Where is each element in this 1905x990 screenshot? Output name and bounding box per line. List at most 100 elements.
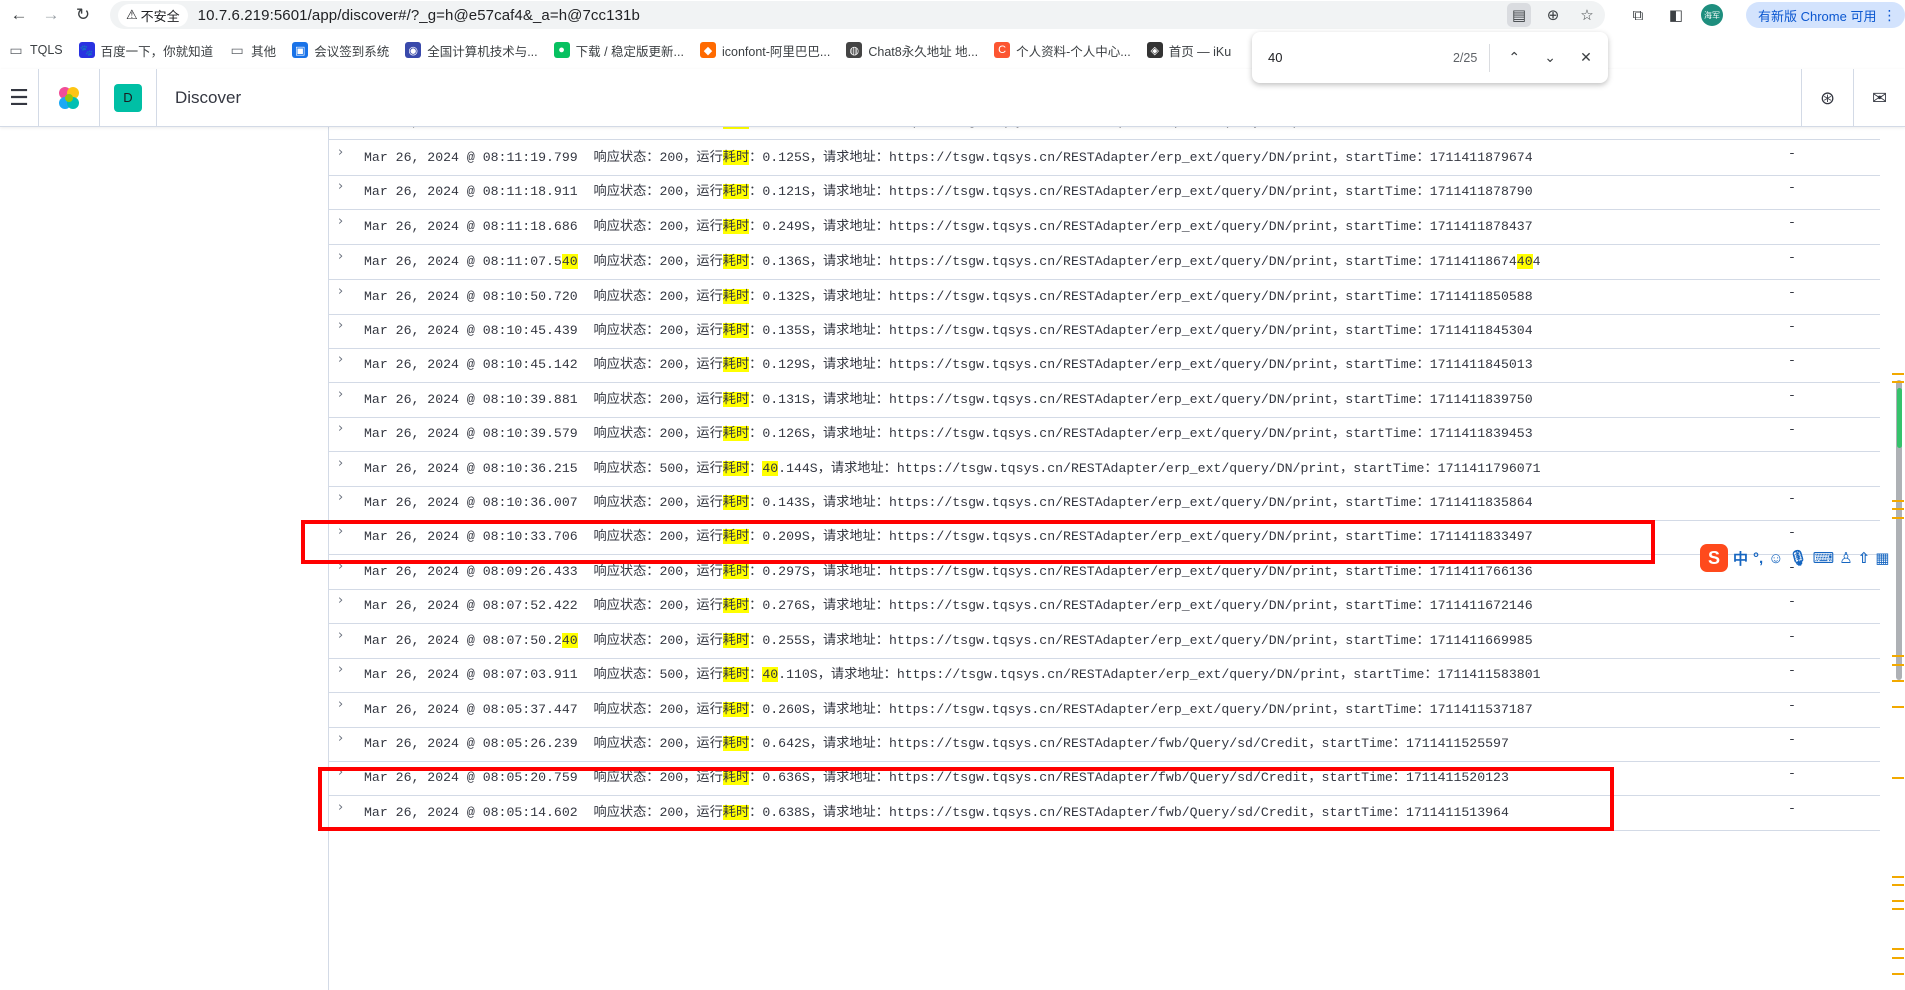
url-label: ，请求地址：	[809, 392, 889, 407]
find-match-tick	[1892, 500, 1904, 502]
back-button[interactable]: ←	[6, 2, 32, 28]
find-divider	[1489, 43, 1491, 72]
expand-row-chevron-icon[interactable]: ›	[338, 249, 343, 264]
bookmarks-bar: ▭ TQLS 🐾 百度一下，你就知道 ▭ 其他 ▣ 会议签到系统 ◉ 全国计算机技术与... ● 下载…	[0, 32, 1905, 68]
keyboard-icon[interactable]: ⌨	[1813, 549, 1835, 567]
search-highlight: 耗时	[722, 667, 750, 682]
reload-button[interactable]: ↻	[70, 2, 96, 28]
help-icon[interactable]: ⊛	[1801, 69, 1853, 127]
log-message: Mar 26, 2024 @ 08:07:50.240 响应状态：200，运行耗…	[364, 629, 1533, 648]
expand-row-chevron-icon[interactable]: ›	[338, 145, 343, 160]
start-time-value: 1711411669985	[1429, 633, 1533, 648]
search-highlight: 耗时	[722, 184, 750, 199]
expand-row-chevron-icon[interactable]: ›	[338, 318, 343, 333]
skin-icon[interactable]: ♙	[1839, 549, 1852, 567]
request-url: https://tsgw.tqsys.cn/RESTAdapter/erp_ex…	[888, 564, 1333, 579]
ime-chinese-mode[interactable]: 中	[1733, 548, 1748, 569]
find-input[interactable]: 40	[1268, 50, 1417, 65]
csdn-icon: C	[994, 42, 1011, 58]
bookmark-item[interactable]: ◈ 首页 — iKu	[1139, 41, 1240, 60]
side-panel-icon[interactable]: ◧	[1663, 2, 1689, 28]
status-label: 响应状态：	[593, 426, 660, 441]
expand-row-chevron-icon[interactable]: ›	[338, 628, 343, 643]
start-time-label: ，startTime：	[1332, 598, 1430, 613]
forward-button[interactable]: →	[38, 2, 64, 28]
bookmark-item[interactable]: ◉ 全国计算机技术与...	[397, 41, 545, 60]
bookmark-item[interactable]: ▣ 会议签到系统	[284, 41, 397, 60]
url-label: ，请求地址：	[809, 633, 889, 648]
start-time-label: ，startTime：	[1332, 219, 1430, 234]
start-time-label: ，startTime：	[1332, 357, 1430, 372]
bookmark-item[interactable]: C 个人资料-个人中心...	[986, 41, 1139, 60]
start-time-label: ，startTime：	[1332, 702, 1430, 717]
start-time-value: 1711411835864	[1429, 495, 1533, 510]
request-url: https://tsgw.tqsys.cn/RESTAdapter/erp_ex…	[888, 598, 1333, 613]
expand-row-chevron-icon[interactable]: ›	[338, 214, 343, 229]
find-next-button[interactable]: ⌄	[1536, 44, 1564, 72]
find-close-button[interactable]: ✕	[1572, 44, 1600, 72]
run-label: ，运行	[683, 289, 723, 304]
bookmark-item[interactable]: ● 下载 / 稳定版更新...	[546, 41, 692, 60]
sogou-icon[interactable]: S	[1700, 544, 1728, 572]
status-code: 200	[659, 150, 684, 165]
expand-row-chevron-icon[interactable]: ›	[338, 284, 343, 299]
url-label: ，请求地址：	[809, 289, 889, 304]
voice-icon[interactable]: 🎙	[1789, 549, 1808, 567]
address-bar[interactable]: ⚠ 不安全 10.7.6.219:5601/app/discover#/?_g=…	[110, 1, 1605, 29]
url-label: ，请求地址：	[809, 254, 889, 269]
find-bar: 40 2/25 ⌃ ⌄ ✕	[1252, 32, 1608, 83]
empty-field-value: -	[1788, 146, 1796, 161]
bookmark-item[interactable]: ◍ Chat8永久地址 地...	[838, 41, 986, 60]
punctuation-icon[interactable]: °,	[1753, 550, 1763, 567]
colon: ：	[749, 254, 763, 269]
zoom-icon[interactable]: ⊕	[1541, 3, 1565, 27]
site-security-chip[interactable]: ⚠ 不安全	[118, 3, 188, 27]
log-message: Mar 26, 2024 @ 08:10:36.007 响应状态：200，运行耗…	[364, 491, 1533, 510]
kibana-logo[interactable]	[39, 85, 99, 111]
colon: ：	[749, 392, 763, 407]
update-chrome-label: 有新版 Chrome 可用	[1758, 8, 1877, 24]
expand-row-chevron-icon[interactable]: ›	[338, 662, 343, 677]
colon: ：	[749, 495, 763, 510]
expand-row-chevron-icon[interactable]: ›	[338, 731, 343, 746]
update-chrome-button[interactable]: 有新版 Chrome 可用 ⋮	[1746, 2, 1905, 28]
mail-icon[interactable]: ✉	[1853, 69, 1905, 127]
bookmark-star-icon[interactable]: ☆	[1575, 3, 1599, 27]
status-label: 响应状态：	[593, 184, 660, 199]
bookmark-label: 下载 / 稳定版更新...	[575, 44, 684, 59]
page-doc-icon[interactable]: ▤	[1507, 3, 1531, 27]
extensions-icon[interactable]: ⧉	[1625, 2, 1651, 28]
url-text[interactable]: 10.7.6.219:5601/app/discover#/?_g=h@e57c…	[198, 7, 640, 24]
bookmark-item[interactable]: ◆ iconfont-阿里巴巴...	[692, 41, 838, 60]
bookmark-item[interactable]: ▭ 其他	[221, 41, 284, 60]
empty-field-value: -	[1788, 801, 1796, 816]
expand-row-chevron-icon[interactable]: ›	[338, 593, 343, 608]
status-code: 500	[659, 461, 684, 476]
timestamp: Mar 26, 2024 @ 08:11:07.5	[364, 254, 562, 269]
expand-row-chevron-icon[interactable]: ›	[338, 697, 343, 712]
expand-row-chevron-icon[interactable]: ›	[338, 352, 343, 367]
bookmark-item[interactable]: ▭ TQLS	[0, 42, 71, 58]
start-time-label: ，startTime：	[1332, 323, 1430, 338]
find-match-tick	[1892, 876, 1904, 878]
empty-field-value: -	[1788, 422, 1796, 437]
find-match-tick	[1892, 706, 1904, 708]
status-code: 200	[659, 219, 684, 234]
find-match-tick	[1892, 957, 1904, 959]
log-message: Mar 26, 2024 @ 08:10:50.720 响应状态：200，运行耗…	[364, 285, 1533, 304]
profile-avatar[interactable]: 海军	[1701, 4, 1723, 26]
emoji-icon[interactable]: ☺	[1768, 550, 1783, 567]
expand-row-chevron-icon[interactable]: ›	[338, 179, 343, 194]
find-previous-button[interactable]: ⌃	[1500, 44, 1528, 72]
expand-row-chevron-icon[interactable]: ›	[338, 387, 343, 402]
grid-icon[interactable]: ▦	[1875, 549, 1889, 567]
space-avatar[interactable]: D	[114, 83, 142, 112]
expand-row-chevron-icon[interactable]: ›	[338, 490, 343, 505]
bookmark-item[interactable]: 🐾 百度一下，你就知道	[71, 41, 222, 60]
shirt-icon[interactable]: ⇧	[1858, 549, 1871, 567]
expand-row-chevron-icon[interactable]: ›	[338, 456, 343, 471]
expand-row-chevron-icon[interactable]: ›	[338, 421, 343, 436]
menu-icon[interactable]: ☰	[0, 85, 38, 111]
status-label: 响应状态：	[593, 702, 660, 717]
bookmark-label: iconfont-阿里巴巴...	[721, 44, 831, 59]
